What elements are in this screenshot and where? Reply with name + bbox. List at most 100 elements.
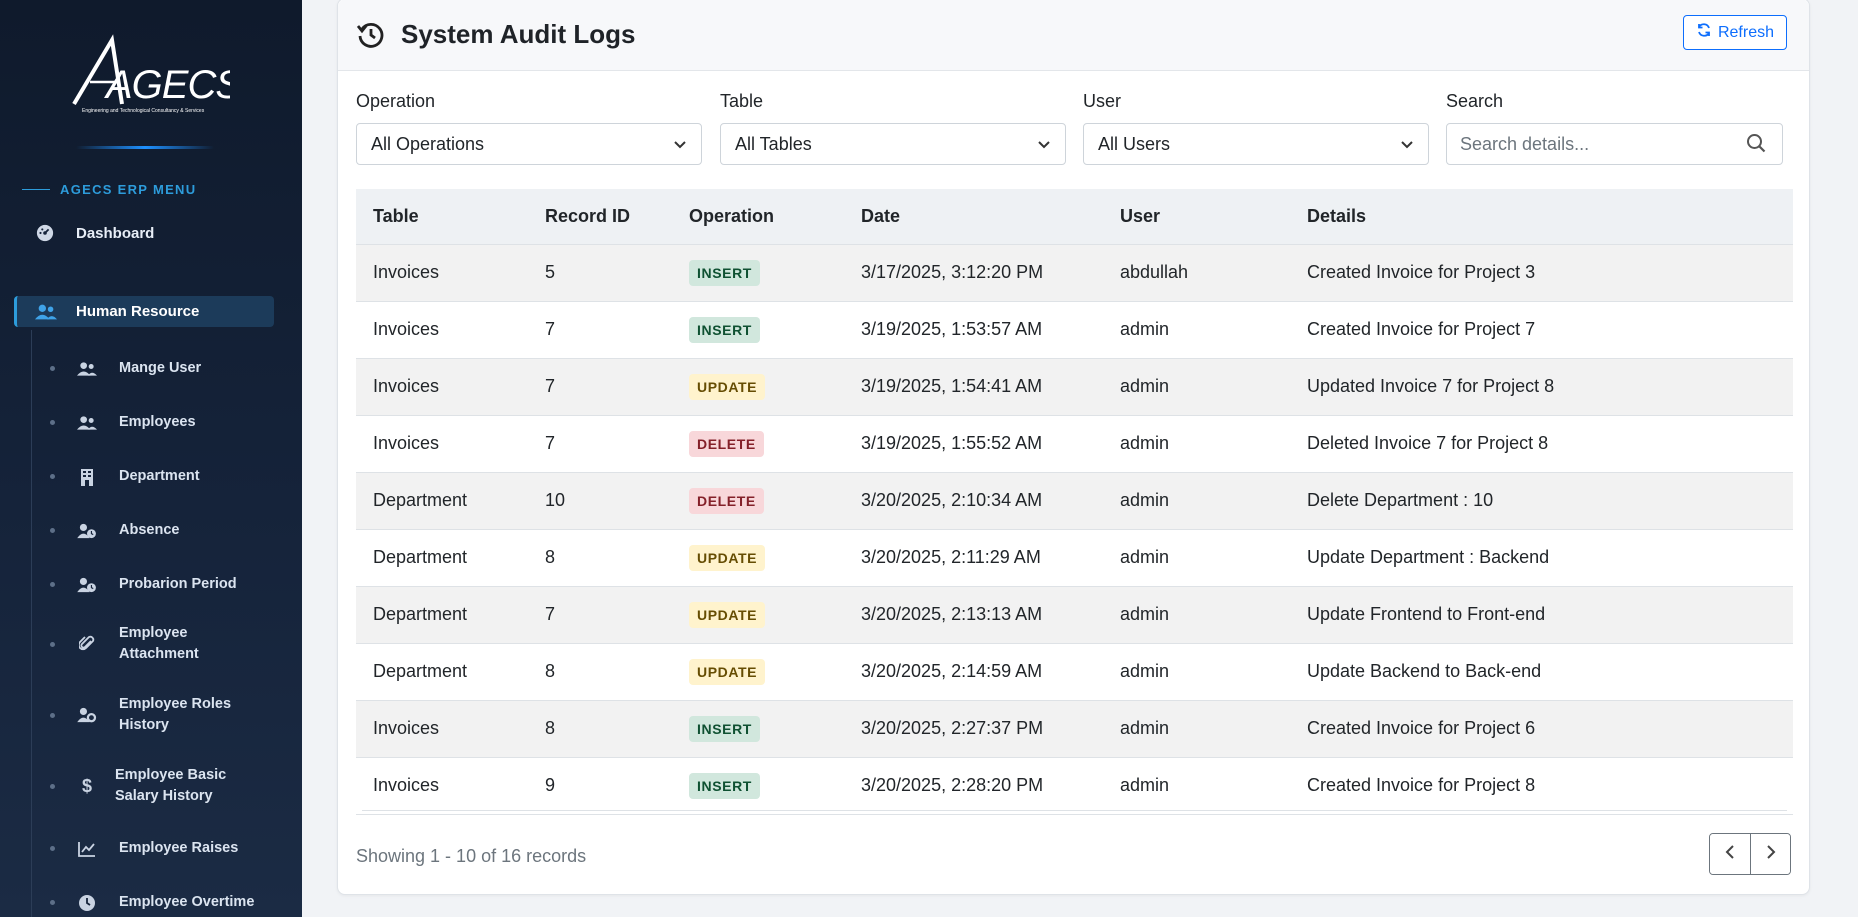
table-cell: Updated Invoice 7 for Project 8	[1290, 358, 1793, 416]
table-cell: 3/20/2025, 2:28:20 PM	[844, 757, 1103, 815]
sidebar-item-employee-roles-history[interactable]: Employee Roles History	[50, 694, 239, 736]
table-cell: 8	[528, 643, 672, 701]
sidebar-item-human-resource[interactable]: Human Resource	[14, 296, 274, 327]
users-icon	[35, 301, 57, 323]
clock-icon	[77, 893, 97, 913]
table-filter: Table All Tables	[720, 91, 1066, 165]
table-cell: Department	[356, 643, 528, 701]
sidebar: AGECS Engineering and Technological Cons…	[0, 0, 302, 917]
table-cell: 9	[528, 757, 672, 815]
sidebar-item-dashboard[interactable]: Dashboard	[34, 222, 154, 244]
agecs-logo[interactable]: AGECS Engineering and Technological Cons…	[0, 30, 290, 125]
refresh-button[interactable]: Refresh	[1682, 15, 1787, 50]
table-cell: 3/20/2025, 2:11:29 AM	[844, 529, 1103, 587]
table-select-value: All Tables	[735, 133, 812, 154]
menu-heading: AGECS ERP MENU	[22, 182, 196, 197]
table-cell: Update Department : Backend	[1290, 529, 1793, 587]
table-cell: 10	[528, 472, 672, 530]
column-header[interactable]: Table	[356, 189, 528, 245]
table-cell: admin	[1103, 301, 1290, 359]
sidebar-item-department[interactable]: Department	[50, 466, 200, 487]
table-row[interactable]: Invoices 5 INSERT 3/17/2025, 3:12:20 PM abdu…	[356, 244, 1793, 302]
sidebar-item-probarion-period[interactable]: Probarion Period	[50, 574, 237, 595]
table-row[interactable]: Department 8 UPDATE 3/20/2025, 2:14:59 AM ad…	[356, 643, 1793, 701]
table-row[interactable]: Invoices 7 UPDATE 3/19/2025, 1:54:41 AM admi…	[356, 358, 1793, 416]
previous-page-button[interactable]	[1710, 834, 1750, 874]
user-gear-icon	[77, 705, 97, 725]
pagination-controls	[1709, 833, 1791, 875]
sidebar-item-employee-basic-salary-history[interactable]: $ Employee Basic Salary History	[50, 765, 235, 807]
table-bottom-divider	[362, 810, 1787, 811]
users-icon	[77, 413, 97, 433]
table-row[interactable]: Invoices 7 INSERT 3/19/2025, 1:53:57 AM admi…	[356, 301, 1793, 359]
table-cell: Invoices	[356, 301, 528, 359]
search-input[interactable]	[1447, 124, 1746, 164]
column-header[interactable]: User	[1103, 189, 1290, 245]
sidebar-item-employee-raises[interactable]: Employee Raises	[50, 838, 238, 859]
table-row[interactable]: Department 10 DELETE 3/20/2025, 2:10:34 AM a…	[356, 472, 1793, 530]
operation-badge: INSERT	[689, 316, 760, 343]
table-cell: Department	[356, 529, 528, 587]
sidebar-item-employee-attachment[interactable]: Employee Attachment	[50, 623, 239, 665]
sidebar-item-label: Human Resource	[76, 303, 200, 320]
table-cell: 3/19/2025, 1:55:52 AM	[844, 415, 1103, 473]
table-cell: admin	[1103, 586, 1290, 644]
operation-badge: INSERT	[689, 259, 760, 286]
search-box	[1446, 123, 1783, 165]
building-icon	[77, 467, 97, 487]
logo-tagline: Engineering and Technological Consultanc…	[82, 108, 205, 114]
table-cell: 3/19/2025, 1:54:41 AM	[844, 358, 1103, 416]
sidebar-item-label: Employees	[119, 414, 196, 430]
table-cell: Update Backend to Back-end	[1290, 643, 1793, 701]
search-filter-label: Search	[1446, 91, 1504, 111]
operation-select-value: All Operations	[371, 133, 485, 154]
chevron-down-icon	[1400, 134, 1414, 155]
table-cell: Invoices	[356, 415, 528, 473]
table-cell: admin	[1103, 700, 1290, 758]
audit-logs-card: System Audit Logs Refresh Operation All …	[337, 0, 1810, 895]
table-cell: 7	[528, 415, 672, 473]
user-select[interactable]: All Users	[1083, 123, 1429, 165]
sidebar-item-absence[interactable]: Absence	[50, 520, 179, 541]
table-row[interactable]: Invoices 9 INSERT 3/20/2025, 2:28:20 PM admi…	[356, 757, 1793, 815]
table-cell: UPDATE	[672, 586, 844, 644]
chevron-left-icon	[1725, 844, 1735, 865]
next-page-button[interactable]	[1750, 834, 1790, 874]
table-row[interactable]: Department 8 UPDATE 3/20/2025, 2:11:29 AM ad…	[356, 529, 1793, 587]
table-row[interactable]: Invoices 7 DELETE 3/19/2025, 1:55:52 AM admi…	[356, 415, 1793, 473]
pagination-summary: Showing 1 - 10 of 16 records	[356, 846, 587, 866]
table-cell: 7	[528, 586, 672, 644]
chevron-down-icon	[1037, 134, 1051, 155]
table-row[interactable]: Invoices 8 INSERT 3/20/2025, 2:27:37 PM admi…	[356, 700, 1793, 758]
table-cell: 7	[528, 358, 672, 416]
table-cell: 8	[528, 529, 672, 587]
sidebar-item-mange-user[interactable]: Mange User	[50, 358, 201, 379]
table-cell: INSERT	[672, 244, 844, 302]
operation-select[interactable]: All Operations	[356, 123, 702, 165]
audit-table-wrapper: Table Record ID Operation Date User Details I…	[356, 189, 1793, 815]
sidebar-item-label: Employee Raises	[119, 840, 239, 856]
operation-filter: Operation All Operations	[356, 91, 702, 165]
operation-badge: DELETE	[689, 430, 764, 457]
operation-badge: INSERT	[689, 715, 760, 742]
sidebar-item-employees[interactable]: Employees	[50, 412, 196, 433]
paperclip-icon	[77, 634, 97, 654]
user-filter-label: User	[1083, 91, 1122, 111]
table-cell: admin	[1103, 415, 1290, 473]
table-cell: 3/20/2025, 2:14:59 AM	[844, 643, 1103, 701]
sidebar-item-employee-overtime[interactable]: Employee Overtime	[50, 892, 254, 913]
table-cell: 7	[528, 301, 672, 359]
column-header[interactable]: Date	[844, 189, 1103, 245]
sidebar-item-label: Employee Overtime	[119, 894, 255, 910]
table-cell: admin	[1103, 358, 1290, 416]
table-row[interactable]: Department 7 UPDATE 3/20/2025, 2:13:13 AM ad…	[356, 586, 1793, 644]
operation-badge: INSERT	[689, 772, 760, 799]
table-select[interactable]: All Tables	[720, 123, 1066, 165]
column-header[interactable]: Details	[1290, 189, 1793, 245]
column-header[interactable]: Record ID	[528, 189, 672, 245]
search-icon[interactable]	[1746, 133, 1768, 155]
column-header[interactable]: Operation	[672, 189, 844, 245]
users-icon	[77, 359, 97, 379]
table-cell: 3/17/2025, 3:12:20 PM	[844, 244, 1103, 302]
table-cell: Invoices	[356, 244, 528, 302]
